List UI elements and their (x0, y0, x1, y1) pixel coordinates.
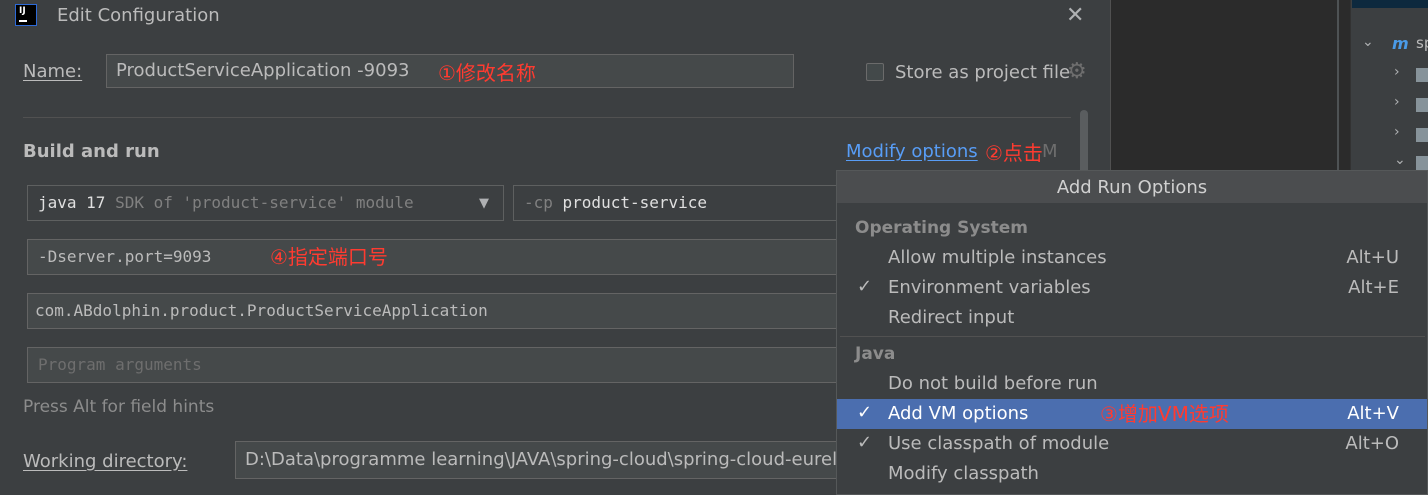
annotation-port: ④指定端口号 (270, 245, 388, 269)
checkmark-icon: ✓ (857, 276, 873, 297)
folder-icon (1416, 68, 1428, 82)
cp-flag: -cp (524, 193, 563, 212)
option-label: Do not build before run (888, 373, 1098, 394)
working-directory-label: Working directory: (23, 451, 188, 472)
close-icon[interactable]: ✕ (1066, 3, 1084, 28)
option-shortcut: Alt+E (1348, 277, 1399, 298)
chevron-down-icon[interactable]: ⌄ (1362, 34, 1374, 50)
option-label: Modify classpath (888, 463, 1039, 484)
project-tree-node[interactable]: › (1352, 90, 1428, 120)
main-class-value: com.ABdolphin.product.ProductServiceAppl… (35, 301, 488, 320)
dialog-title: Edit Configuration (57, 5, 220, 26)
project-tree-node[interactable]: › (1352, 60, 1428, 90)
option-shortcut: Alt+U (1346, 247, 1399, 268)
editor-scrollbar[interactable] (1337, 0, 1339, 170)
name-label: Name: (23, 61, 83, 82)
option-environment-variables[interactable]: ✓ Environment variables Alt+E (837, 273, 1427, 303)
project-selected-row[interactable] (1352, 0, 1428, 8)
group-title-java: Java (855, 344, 896, 364)
option-label: Environment variables (888, 277, 1091, 298)
jdk-select-value: java 17 SDK of 'product-service' module (38, 193, 414, 212)
gear-icon[interactable]: ⚙ (1067, 59, 1087, 84)
store-as-project-file-label[interactable]: Store as project file (895, 62, 1070, 83)
field-hints-text: Press Alt for field hints (23, 397, 215, 417)
checkmark-icon: ✓ (857, 432, 873, 453)
modify-options-shortcut-hint: M (1042, 141, 1058, 162)
project-tree-node[interactable]: › (1352, 120, 1428, 150)
jdk-version: java 17 (38, 193, 106, 212)
intellij-app-icon: IJ (15, 4, 37, 26)
vm-options-value: -Dserver.port=9093 (38, 247, 212, 266)
build-and-run-title: Build and run (23, 141, 160, 162)
chevron-right-icon[interactable]: › (1394, 124, 1400, 140)
folder-icon (1416, 128, 1428, 142)
folder-icon (1416, 156, 1428, 170)
maven-module-icon: m (1392, 34, 1409, 53)
folder-icon (1416, 98, 1428, 112)
divider (23, 117, 1071, 118)
popup-title: Add Run Options (1056, 177, 1208, 198)
annotation-rename: ①修改名称 (438, 61, 536, 85)
checkmark-icon: ✓ (857, 402, 873, 423)
option-label: Use classpath of module (888, 433, 1110, 454)
dropdown-arrow-icon[interactable]: ▼ (479, 196, 489, 211)
chevron-right-icon[interactable]: › (1394, 64, 1400, 80)
chevron-right-icon[interactable]: › (1394, 94, 1400, 110)
option-redirect-input[interactable]: Redirect input (837, 303, 1427, 333)
project-root-label: sp (1416, 34, 1428, 52)
option-label: Redirect input (888, 307, 1015, 328)
option-use-classpath-of-module[interactable]: ✓ Use classpath of module Alt+O (837, 429, 1427, 459)
program-arguments-placeholder: Program arguments (38, 355, 202, 374)
option-label: Allow multiple instances (888, 247, 1107, 268)
option-shortcut: Alt+O (1345, 433, 1399, 454)
annotation-click: ②点击 (985, 141, 1043, 165)
cp-module: product-service (562, 193, 708, 212)
option-do-not-build-before-run[interactable]: Do not build before run (837, 369, 1427, 399)
chevron-down-icon[interactable]: ⌄ (1394, 152, 1406, 168)
option-allow-multiple-instances[interactable]: Allow multiple instances Alt+U (837, 243, 1427, 273)
annotation-add-vm: ③增加VM选项 (1100, 402, 1229, 426)
store-as-project-file-checkbox[interactable] (866, 63, 884, 81)
project-tree-root[interactable]: ⌄ m sp (1352, 30, 1428, 60)
classpath-module-value: -cp product-service (524, 193, 707, 212)
modify-options-link[interactable]: Modify options (846, 141, 978, 162)
working-directory-value: D:\Data\programme learning\JAVA\spring-c… (245, 449, 838, 470)
option-modify-classpath[interactable]: Modify classpath (837, 459, 1427, 489)
jdk-source: SDK of 'product-service' module (105, 193, 414, 212)
popup-divider (840, 336, 1425, 337)
option-shortcut: Alt+V (1347, 403, 1399, 424)
group-title-operating-system: Operating System (855, 218, 1028, 238)
option-label: Add VM options (888, 403, 1029, 424)
name-input-value: ProductServiceApplication -9093 (116, 60, 410, 81)
